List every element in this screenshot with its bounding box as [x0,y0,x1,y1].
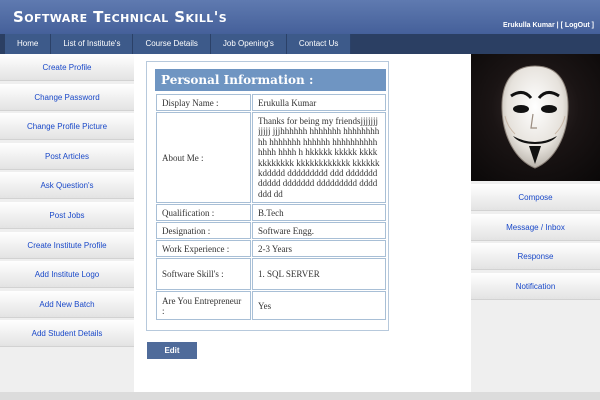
table-row: Designation : Software Engg. [156,222,386,239]
menu-compose[interactable]: Compose [471,184,600,211]
navbar: Home List of Institute's Course Details … [0,34,600,54]
menu-post-articles[interactable]: Post Articles [0,142,134,170]
menu-notification[interactable]: Notification [471,272,600,300]
table-row: Are You Entrepreneur : Yes [156,291,386,320]
row-label: Qualification : [156,204,251,221]
menu-response[interactable]: Response [471,243,600,271]
menu-change-profile-picture[interactable]: Change Profile Picture [0,113,134,141]
site-title: Software Technical Skill's [13,8,228,26]
nav-course-details[interactable]: Course Details [133,34,211,54]
main-content: Personal Information : Display Name : Er… [134,54,471,392]
left-menu: Create Profile Change Password Change Pr… [0,54,134,348]
table-row: Work Experience : 2-3 Years [156,240,386,257]
table-row: About Me : Thanks for being my friendsjj… [156,112,386,203]
table-row: Software Skill's : 1. SQL SERVER [156,258,386,290]
nav-contact-us[interactable]: Contact Us [287,34,352,54]
user-area: Erukulla Kumar | [ LogOut ] [503,22,594,29]
user-separator: | [556,22,559,29]
entrepreneur-value: Yes [252,291,386,320]
logout-link[interactable]: [ LogOut ] [561,22,594,29]
menu-add-new-batch[interactable]: Add New Batch [0,290,134,318]
about-me-value: Thanks for being my friendsjjjjjjjjjjjj … [258,116,380,199]
footer-bar [0,392,600,400]
row-label: Software Skill's : [156,258,251,290]
row-label: About Me : [156,112,251,203]
right-sidebar: Compose Message / Inbox Response Notific… [471,54,600,392]
guy-fawkes-mask-icon [501,65,569,169]
table-row: Display Name : Erukulla Kumar [156,94,386,111]
user-name: Erukulla Kumar [502,22,555,29]
menu-change-password[interactable]: Change Password [0,83,134,111]
nav-job-openings[interactable]: Job Opening's [211,34,287,54]
menu-add-student-details[interactable]: Add Student Details [0,320,134,348]
qualification-value: B.Tech [252,204,386,221]
menu-ask-questions[interactable]: Ask Question's [0,172,134,200]
personal-info-panel: Personal Information : Display Name : Er… [146,61,389,331]
menu-create-profile[interactable]: Create Profile [0,54,134,81]
header: Software Technical Skill's Erukulla Kuma… [0,0,600,34]
left-sidebar: Create Profile Change Password Change Pr… [0,54,134,392]
display-name-value: Erukulla Kumar [252,94,386,111]
nav-menu: Home List of Institute's Course Details … [5,34,352,54]
menu-create-institute-profile[interactable]: Create Institute Profile [0,231,134,259]
work-experience-value: 2-3 Years [252,240,386,257]
row-label: Display Name : [156,94,251,111]
row-label: Are You Entrepreneur : [156,291,251,320]
row-label: Work Experience : [156,240,251,257]
designation-value: Software Engg. [252,222,386,239]
about-me-cell: Thanks for being my friendsjjjjjjjjjjjj … [252,112,386,203]
nav-home[interactable]: Home [5,34,52,54]
table-row: Qualification : B.Tech [156,204,386,221]
personal-info-table: Display Name : Erukulla Kumar About Me :… [155,93,387,321]
menu-add-institute-logo[interactable]: Add Institute Logo [0,261,134,289]
avatar [471,54,600,181]
row-label: Designation : [156,222,251,239]
panel-heading: Personal Information : [155,69,386,91]
software-skills-value: 1. SQL SERVER [252,258,386,290]
right-menu: Compose Message / Inbox Response Notific… [471,184,600,302]
edit-button[interactable]: Edit [147,342,197,359]
nav-institutes[interactable]: List of Institute's [51,34,134,54]
menu-post-jobs[interactable]: Post Jobs [0,201,134,229]
menu-message-inbox[interactable]: Message / Inbox [471,213,600,241]
